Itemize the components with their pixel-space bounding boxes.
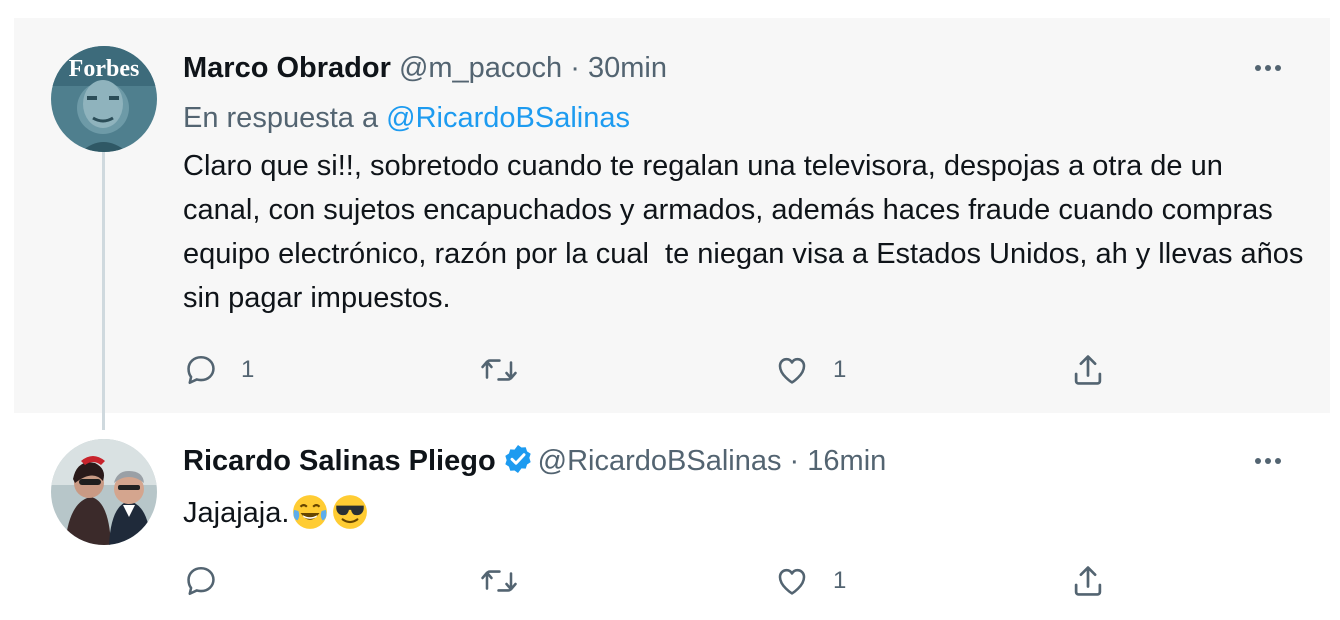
share-icon	[1074, 566, 1102, 596]
like-button[interactable]: 1	[773, 348, 846, 392]
retweet-button[interactable]	[479, 559, 519, 603]
tweet-marco[interactable]: Forbes Marco Obrador @m_pacoch · 30min E…	[14, 18, 1330, 413]
tweet-text-body: Jajajaja.	[183, 497, 290, 529]
reply-count: 1	[241, 356, 255, 383]
author-name[interactable]: Marco Obrador	[183, 52, 391, 84]
timestamp[interactable]: 30min	[588, 52, 667, 84]
reply-button[interactable]	[183, 559, 241, 603]
more-icon	[1255, 458, 1281, 464]
tweet-text: Jajajaja.	[183, 491, 1308, 544]
share-button[interactable]	[1069, 348, 1107, 392]
action-bar: 1 1	[183, 348, 1303, 392]
heart-icon	[778, 568, 806, 595]
like-count: 1	[833, 356, 847, 383]
retweet-icon	[481, 359, 517, 381]
thread-connector-line	[102, 152, 105, 430]
avatar[interactable]: Forbes	[51, 46, 157, 152]
timestamp[interactable]: 16min	[807, 445, 886, 477]
more-options-button[interactable]	[1246, 451, 1290, 471]
action-bar: 1	[183, 559, 1303, 603]
tweet-header: Marco Obrador @m_pacoch · 30min	[183, 50, 667, 86]
reply-icon	[187, 566, 215, 596]
tears-of-joy-emoji-icon	[291, 493, 329, 544]
share-button[interactable]	[1069, 559, 1107, 603]
separator-dot: ·	[789, 445, 800, 477]
more-options-button[interactable]	[1246, 58, 1290, 78]
retweet-icon	[481, 570, 517, 592]
separator-dot: ·	[570, 52, 580, 84]
author-handle[interactable]: @RicardoBSalinas	[538, 445, 782, 477]
retweet-button[interactable]	[479, 348, 519, 392]
reply-handle-link[interactable]: @RicardoBSalinas	[386, 102, 630, 134]
more-icon	[1255, 65, 1281, 71]
tweet-ricardo[interactable]: Ricardo Salinas Pliego @RicardoBSalinas ·…	[14, 413, 1330, 620]
tweet-text: Claro que si!!, sobretodo cuando te rega…	[183, 150, 1312, 314]
top-spacer	[0, 0, 1340, 18]
verified-badge-icon	[502, 443, 534, 484]
avatar[interactable]	[51, 439, 157, 545]
svg-text:Forbes: Forbes	[69, 56, 140, 82]
like-count: 1	[833, 567, 847, 594]
heart-icon	[778, 357, 806, 384]
share-icon	[1074, 355, 1102, 385]
reply-prefix: En respuesta a	[183, 102, 379, 134]
like-button[interactable]: 1	[773, 559, 846, 603]
sunglasses-emoji-icon	[331, 493, 369, 544]
author-name[interactable]: Ricardo Salinas Pliego	[183, 445, 496, 477]
reply-context: En respuesta a @RicardoBSalinas	[183, 100, 630, 136]
reply-button[interactable]: 1	[183, 348, 254, 392]
author-handle[interactable]: @m_pacoch	[399, 52, 562, 84]
reply-icon	[187, 355, 215, 385]
tweet-header: Ricardo Salinas Pliego @RicardoBSalinas ·…	[183, 443, 886, 484]
